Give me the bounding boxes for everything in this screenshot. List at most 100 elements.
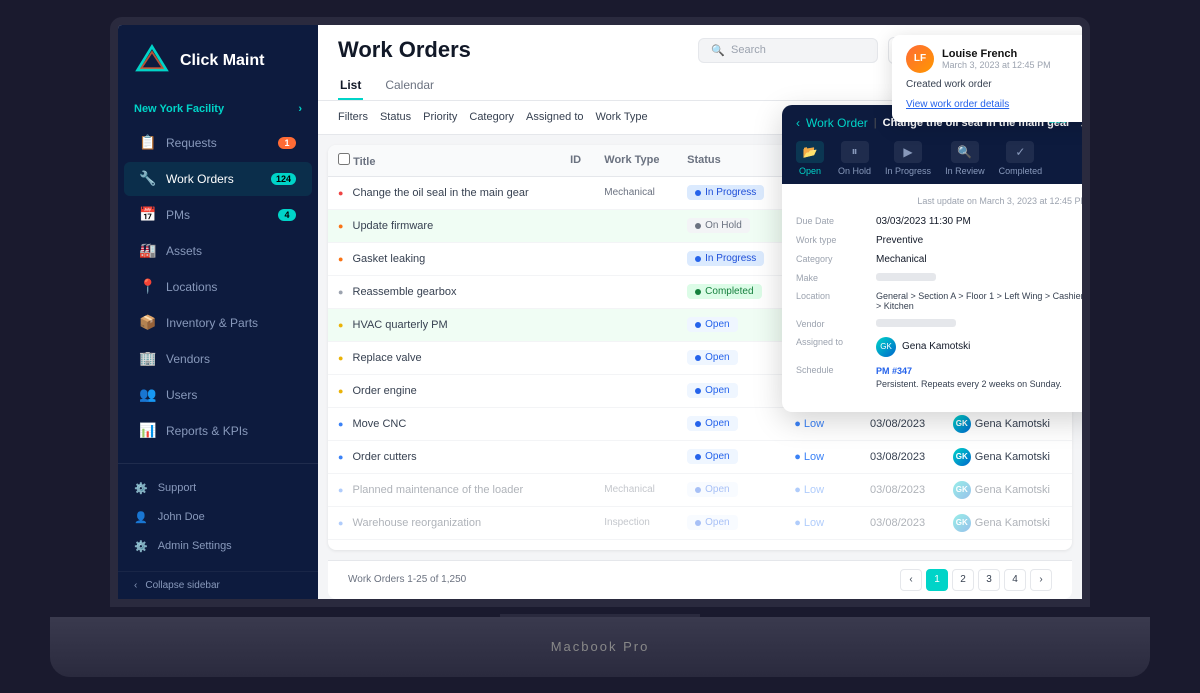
priority-indicator: ● xyxy=(338,419,343,429)
detail-schedule: Schedule PM #347 Persistent. Repeats eve… xyxy=(796,365,1088,392)
detail-location: Location General > Section A > Floor 1 >… xyxy=(796,291,1088,311)
priority-value: ● Low xyxy=(794,484,824,496)
filter-filters[interactable]: Filters xyxy=(338,111,368,123)
page-3-button[interactable]: 3 xyxy=(978,569,1000,591)
status-dot xyxy=(695,421,701,427)
table-row[interactable]: ● Order cutters Open ● Low 03/08/2023 GK… xyxy=(328,440,1072,473)
col-work-type: Work Type xyxy=(594,145,677,177)
cell-status: Open xyxy=(677,341,784,374)
panel-last-update: Last update on March 3, 2023 at 12:45 PM xyxy=(796,196,1088,206)
panel-back-label: Work Order xyxy=(806,116,868,130)
priority-value: ● Low xyxy=(794,517,824,529)
cell-priority: ● Low xyxy=(784,506,860,539)
schedule-description: Persistent. Repeats every 2 weeks on Sun… xyxy=(876,378,1062,392)
sidebar-item-users[interactable]: 👥 Users xyxy=(124,378,312,412)
cell-due-date: 03/08/2023 xyxy=(860,407,943,440)
cell-title: ● HVAC quarterly PM xyxy=(328,308,560,341)
panel-tab-inprogress[interactable]: ▶ In Progress xyxy=(885,141,931,176)
filter-status[interactable]: Status xyxy=(380,111,411,123)
page-1-button[interactable]: 1 xyxy=(926,569,948,591)
table-footer: Work Orders 1-25 of 1,250 ‹ 1 2 3 4 › xyxy=(328,560,1072,599)
cell-id xyxy=(560,176,594,209)
prev-page-button[interactable]: ‹ xyxy=(900,569,922,591)
cell-work-type xyxy=(594,209,677,242)
panel-tab-onhold[interactable]: ⏸ On Hold xyxy=(838,141,871,176)
table-row[interactable]: ● Move CNC Open ● Low 03/08/2023 GK Gena… xyxy=(328,407,1072,440)
status-badge: In Progress xyxy=(687,185,764,200)
inreview-label: In Review xyxy=(945,166,985,176)
cell-due-date: 03/08/2023 xyxy=(860,473,943,506)
filter-assigned-to[interactable]: Assigned to xyxy=(526,111,583,123)
support-icon: ⚙️ xyxy=(134,482,148,495)
page-2-button[interactable]: 2 xyxy=(952,569,974,591)
select-all-checkbox[interactable] xyxy=(338,153,350,165)
filter-category[interactable]: Category xyxy=(469,111,514,123)
laptop-brand: Macbook Pro xyxy=(551,639,650,654)
facility-name: New York Facility xyxy=(134,103,224,115)
sidebar-item-work-orders[interactable]: 🔧 Work Orders 124 xyxy=(124,162,312,196)
priority-indicator: ● xyxy=(338,320,343,330)
sidebar-item-reports[interactable]: 📊 Reports & KPIs xyxy=(124,414,312,448)
collapse-label: Collapse sidebar xyxy=(145,580,220,591)
cell-priority: ● Low xyxy=(784,440,860,473)
cell-title: ● Planned maintenance of the loader xyxy=(328,473,560,506)
cell-id xyxy=(560,242,594,275)
search-icon: 🔍 xyxy=(711,44,725,57)
cell-status: In Progress xyxy=(677,176,784,209)
cell-work-type xyxy=(594,407,677,440)
table-row[interactable]: ● Warehouse reorganization Inspection Op… xyxy=(328,506,1072,539)
panel-tab-completed[interactable]: ✓ Completed xyxy=(999,141,1043,176)
status-badge: Open xyxy=(687,416,737,431)
filter-priority[interactable]: Priority xyxy=(423,111,457,123)
cell-assignee: GK Gena Kamotski xyxy=(943,473,1072,506)
facility-header[interactable]: New York Facility › xyxy=(118,97,318,125)
sidebar: Click Maint New York Facility › 📋 Reques… xyxy=(118,25,318,599)
cell-work-type xyxy=(594,308,677,341)
panel-tab-open[interactable]: 📂 Open xyxy=(796,141,824,176)
status-dot xyxy=(695,223,701,229)
nav-icon-pms: 📅 xyxy=(140,207,156,223)
collapse-sidebar[interactable]: ‹ Collapse sidebar xyxy=(118,571,318,599)
detail-make: Make xyxy=(796,273,1088,283)
sidebar-item-locations[interactable]: 📍 Locations xyxy=(124,270,312,304)
sidebar-item-vendors[interactable]: 🏢 Vendors xyxy=(124,342,312,376)
facility-arrow: › xyxy=(298,103,302,115)
collapse-icon: ‹ xyxy=(134,580,137,591)
assignee-avatar-sm: GK xyxy=(953,415,971,433)
assignee-name: Gena Kamotski xyxy=(975,484,1050,496)
status-badge: Open xyxy=(687,449,737,464)
assignee-avatar-sm: GK xyxy=(953,481,971,499)
priority-indicator: ● xyxy=(338,518,343,528)
sidebar-item-requests[interactable]: 📋 Requests 1 xyxy=(124,126,312,160)
cell-status: Completed xyxy=(677,275,784,308)
nav-badge-requests: 1 xyxy=(278,137,296,149)
priority-indicator: ● xyxy=(338,188,343,198)
cell-status: On Hold xyxy=(677,209,784,242)
sidebar-item-inventory[interactable]: 📦 Inventory & Parts xyxy=(124,306,312,340)
cell-id xyxy=(560,407,594,440)
search-box[interactable]: 🔍 Search xyxy=(698,38,878,63)
panel-back-button[interactable]: ‹ xyxy=(796,116,800,130)
sidebar-user[interactable]: 👤 John Doe xyxy=(124,503,312,532)
nav-badge-work-orders: 124 xyxy=(271,173,296,185)
logo-text: Click Maint xyxy=(180,52,264,70)
nav-icon-users: 👥 xyxy=(140,387,156,403)
panel-tab-inreview[interactable]: 🔍 In Review xyxy=(945,141,985,176)
notification-user: Louise French xyxy=(942,48,1051,60)
sidebar-item-assets[interactable]: 🏭 Assets xyxy=(124,234,312,268)
assignee-avatar-sm: GK xyxy=(953,514,971,532)
next-page-button[interactable]: › xyxy=(1030,569,1052,591)
page-4-button[interactable]: 4 xyxy=(1004,569,1026,591)
assignee-cell: GK Gena Kamotski xyxy=(953,481,1062,499)
tab-list[interactable]: List xyxy=(338,72,363,100)
sidebar-item-pms[interactable]: 📅 PMs 4 xyxy=(124,198,312,232)
table-row[interactable]: ● Planned maintenance of the loader Mech… xyxy=(328,473,1072,506)
tab-calendar[interactable]: Calendar xyxy=(383,72,436,100)
sidebar-admin[interactable]: ⚙️ Admin Settings xyxy=(124,532,312,561)
status-dot xyxy=(695,289,701,295)
detail-due-date: Due Date 03/03/2023 11:30 PM xyxy=(796,216,1088,227)
nav-icon-inventory: 📦 xyxy=(140,315,156,331)
notification-link[interactable]: View work order details xyxy=(906,99,1009,110)
filter-work-type[interactable]: Work Type xyxy=(596,111,648,123)
sidebar-support[interactable]: ⚙️ Support xyxy=(124,474,312,503)
